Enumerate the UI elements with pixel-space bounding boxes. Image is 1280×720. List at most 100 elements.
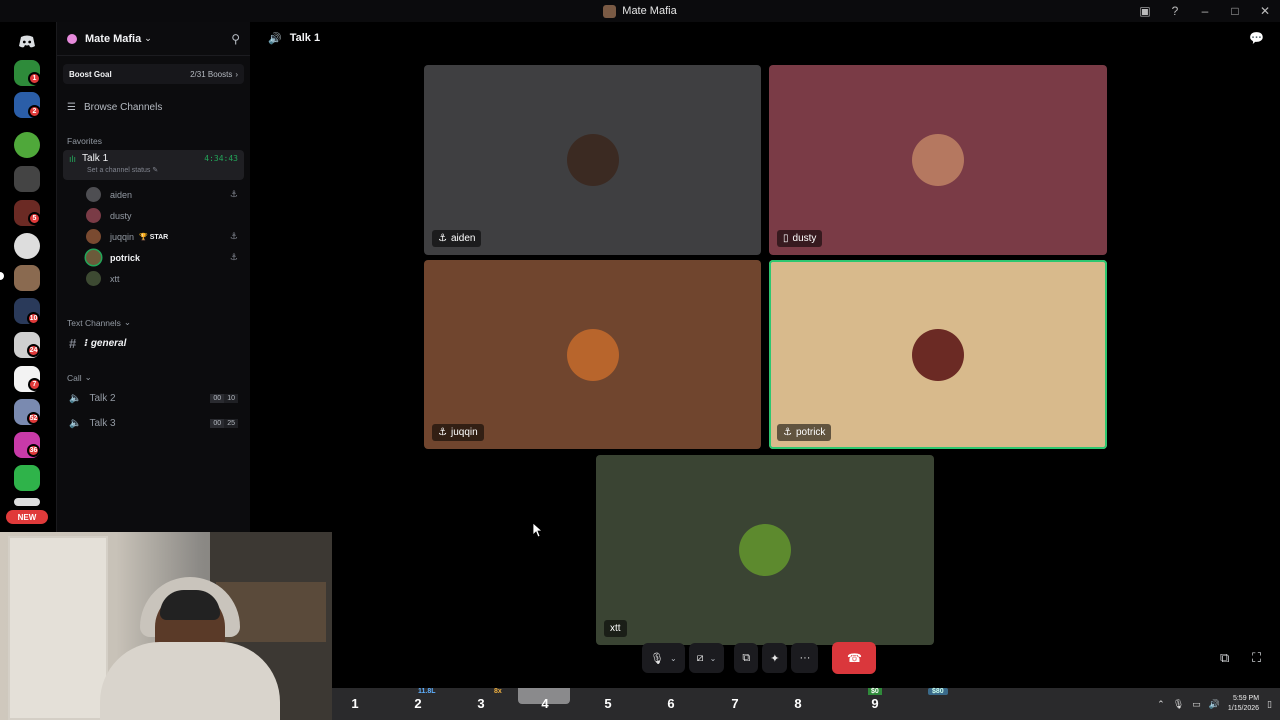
- text-channel-general[interactable]: # ⁝ general: [63, 332, 244, 354]
- user-limit-value: 25: [224, 418, 238, 428]
- activities-icon: ✦: [770, 652, 780, 665]
- voice-user[interactable]: xtt: [57, 268, 250, 289]
- voice-user[interactable]: juqqin 🏆 STAR ⚓: [57, 226, 250, 247]
- chat-icon[interactable]: 💬: [1249, 31, 1264, 45]
- voice-channel-title: Talk 1: [289, 32, 321, 44]
- ping-badge: 7: [28, 378, 41, 391]
- new-badge[interactable]: NEW: [6, 510, 48, 524]
- video-tile[interactable]: ▯ dusty: [769, 65, 1107, 255]
- popout-icon[interactable]: ⧉: [1220, 650, 1229, 666]
- voice-user[interactable]: dusty: [57, 205, 250, 226]
- chevron-down-icon: ⌄: [84, 372, 92, 382]
- tile-user-name: xtt: [610, 623, 621, 634]
- disconnect-button[interactable]: ☎: [832, 642, 877, 674]
- chevron-down-icon[interactable]: ⌄: [670, 654, 677, 663]
- clock[interactable]: 5:59 PM 1/15/2026: [1228, 694, 1259, 714]
- console-icon: ⚓: [783, 427, 792, 438]
- share-screen-button[interactable]: ⧉: [734, 643, 759, 673]
- server-header[interactable]: Mate Mafia ⌄ ⚲: [57, 22, 250, 56]
- favorites-heading[interactable]: Favorites: [67, 136, 250, 146]
- voice-user-name: juqqin: [110, 231, 135, 242]
- tile-user-name: juqqin: [450, 427, 478, 438]
- fullscreen-icon[interactable]: ⛶: [1252, 650, 1261, 666]
- server-icon[interactable]: [14, 265, 40, 291]
- clock-time: 5:59 PM: [1232, 695, 1260, 702]
- channel-status-text: Set a channel status: [87, 167, 151, 174]
- voice-user[interactable]: potrick ⚓: [57, 247, 250, 268]
- hotbar-slot[interactable]: 8: [789, 696, 807, 711]
- tile-name-tag: ⚓ juqqin: [432, 424, 484, 441]
- hotbar-slot[interactable]: 1: [346, 696, 364, 711]
- hotbar-tag: 11.8L: [418, 688, 436, 695]
- webcam-door: [8, 536, 108, 720]
- avatar: [86, 271, 101, 286]
- help-icon[interactable]: ?: [1160, 4, 1190, 18]
- call-timer: 4:34:43: [204, 154, 238, 163]
- voice-channel-name: Talk 2: [89, 392, 116, 404]
- camera-button[interactable]: ⧄ ⌄: [688, 643, 725, 673]
- chevron-right-icon: ›: [235, 69, 238, 79]
- video-tile[interactable]: xtt: [596, 455, 934, 645]
- browse-channels-label: Browse Channels: [83, 101, 163, 113]
- screen-share-icon: ⧉: [742, 651, 751, 664]
- user-count: 00: [210, 393, 225, 403]
- channel-status-prompt[interactable]: Set a channel status ✎: [87, 166, 238, 174]
- hotbar-slot[interactable]: 4: [536, 696, 554, 711]
- system-tray: ⌃ 🎙 ▭ 🔊 5:59 PM 1/15/2026 ▯: [1157, 688, 1272, 720]
- voice-channel-talk-3[interactable]: 🔈 Talk 3 00 25: [63, 412, 244, 434]
- hotbar-slot[interactable]: 9: [866, 696, 884, 711]
- boost-count: 2/31 Boosts: [190, 69, 233, 79]
- ping-badge: 2: [28, 105, 41, 118]
- tile-user-name: dusty: [792, 233, 817, 244]
- close-button[interactable]: ✕: [1250, 4, 1280, 18]
- server-icon[interactable]: [14, 132, 40, 158]
- avatar: [566, 134, 619, 186]
- server-icon[interactable]: [14, 166, 40, 192]
- voice-channel-talk-2[interactable]: 🔈 Talk 2 00 10: [63, 387, 244, 409]
- speaker-icon: 🔈: [69, 417, 82, 429]
- voice-user[interactable]: aiden ⚓: [57, 184, 250, 205]
- ping-badge: 10: [27, 312, 40, 325]
- hotbar-slot[interactable]: 3: [472, 696, 490, 711]
- discord-home-icon[interactable]: [15, 30, 39, 54]
- server-avatar-icon: [603, 4, 617, 18]
- text-channels-heading-text: Text Channels: [67, 317, 121, 328]
- inbox-icon[interactable]: ▣: [1130, 4, 1160, 18]
- webcam-body: [100, 642, 280, 720]
- ping-badge: 1: [28, 72, 41, 85]
- server-icon[interactable]: [14, 233, 40, 259]
- video-tile[interactable]: ⚓ juqqin: [424, 260, 761, 449]
- hotbar-tag: $80: [928, 688, 948, 695]
- volume-icon[interactable]: 🔊: [1209, 699, 1220, 710]
- microphone-icon[interactable]: 🎙: [1173, 699, 1184, 710]
- notification-icon[interactable]: ▯: [1267, 699, 1272, 710]
- video-tile-speaking[interactable]: ⚓ potrick: [769, 260, 1107, 449]
- minimize-button[interactable]: –: [1190, 4, 1220, 18]
- more-options-button[interactable]: ···: [791, 643, 819, 673]
- server-icon[interactable]: [14, 498, 40, 506]
- ping-badge: 52: [27, 412, 40, 425]
- server-icon[interactable]: [14, 465, 40, 491]
- hotbar-slot[interactable]: 6: [662, 696, 680, 711]
- activities-button[interactable]: ✦: [762, 643, 788, 673]
- hotbar-slot[interactable]: 7: [726, 696, 744, 711]
- voice-channel-talk-1[interactable]: ılı Talk 1 4:34:43 Set a channel status …: [63, 150, 244, 180]
- hotbar-slot[interactable]: 2: [409, 696, 427, 711]
- chevron-down-icon[interactable]: ⌄: [710, 654, 717, 663]
- user-count: 00: [210, 418, 225, 428]
- browse-channels-button[interactable]: ☰ Browse Channels: [67, 96, 240, 118]
- boost-goal-bar[interactable]: Boost Goal 2/31 Boosts ›: [63, 64, 244, 84]
- display-icon[interactable]: ▭: [1192, 699, 1201, 710]
- webcam-durag: [160, 590, 220, 620]
- avatar: [566, 328, 619, 381]
- video-tile[interactable]: ⚓ aiden: [424, 65, 761, 255]
- hotbar-slot[interactable]: 5: [599, 696, 617, 711]
- chevron-down-icon: ⌄: [144, 33, 152, 43]
- text-channels-heading[interactable]: Text Channels ⌄: [67, 317, 250, 328]
- ping-badge: 36: [27, 444, 40, 457]
- chevron-up-icon[interactable]: ⌃: [1157, 699, 1165, 710]
- invite-user-icon[interactable]: ⚲: [231, 32, 240, 46]
- mute-button[interactable]: 🎙 ⌄: [642, 643, 685, 673]
- maximize-button[interactable]: □: [1220, 4, 1250, 18]
- call-heading[interactable]: Call ⌄: [67, 372, 250, 383]
